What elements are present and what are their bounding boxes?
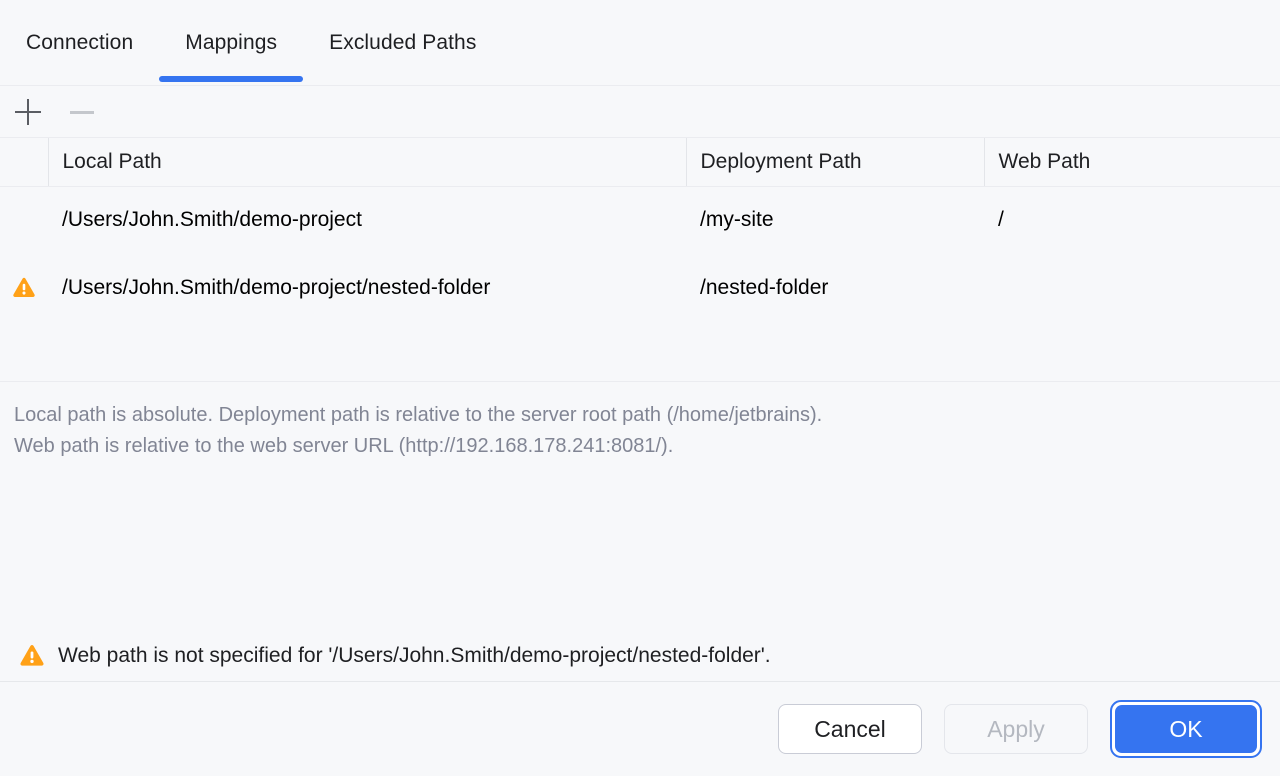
row-status-cell — [0, 186, 48, 254]
table-header: Local Path Deployment Path Web Path — [0, 138, 1280, 186]
table-body: /Users/John.Smith/demo-project /my-site … — [0, 186, 1280, 322]
mappings-table-container: Local Path Deployment Path Web Path /Use… — [0, 138, 1280, 382]
add-mapping-button[interactable] — [10, 94, 46, 130]
table-header-row: Local Path Deployment Path Web Path — [0, 138, 1280, 186]
validation-error-bar: Web path is not specified for '/Users/Jo… — [0, 632, 1280, 680]
tab-bar: Connection Mappings Excluded Paths — [0, 0, 1280, 86]
tab-excluded-paths[interactable]: Excluded Paths — [303, 0, 502, 86]
table-row[interactable]: /Users/John.Smith/demo-project/nested-fo… — [0, 254, 1280, 322]
column-header-local-path[interactable]: Local Path — [48, 138, 686, 186]
column-header-web-path[interactable]: Web Path — [984, 138, 1280, 186]
tab-connection[interactable]: Connection — [0, 0, 159, 86]
column-header-status[interactable] — [0, 138, 48, 186]
tab-mappings[interactable]: Mappings — [159, 0, 303, 86]
hint-line-2: Web path is relative to the web server U… — [14, 431, 1280, 462]
cell-deployment-path[interactable]: /nested-folder — [686, 254, 984, 322]
ok-button[interactable]: OK — [1115, 705, 1257, 753]
dialog-button-bar: Cancel Apply OK — [0, 681, 1280, 776]
warning-triangle-icon — [11, 275, 37, 301]
warning-triangle-icon — [18, 642, 46, 670]
apply-button: Apply — [944, 704, 1088, 754]
validation-error-message: Web path is not specified for '/Users/Jo… — [58, 644, 771, 668]
plus-icon — [15, 99, 41, 125]
tab-connection-label: Connection — [26, 31, 133, 55]
cell-web-path[interactable]: / — [984, 186, 1280, 254]
minus-icon — [69, 99, 95, 125]
mappings-hint: Local path is absolute. Deployment path … — [0, 382, 1280, 462]
remove-mapping-button — [64, 94, 100, 130]
cell-deployment-path[interactable]: /my-site — [686, 186, 984, 254]
row-status-cell — [0, 254, 48, 322]
ok-button-focus-ring: OK — [1110, 700, 1262, 758]
mappings-toolbar — [0, 86, 1280, 138]
cell-local-path[interactable]: /Users/John.Smith/demo-project/nested-fo… — [48, 254, 686, 322]
tab-excluded-paths-label: Excluded Paths — [329, 31, 476, 55]
cell-web-path[interactable] — [984, 254, 1280, 322]
cell-local-path[interactable]: /Users/John.Smith/demo-project — [48, 186, 686, 254]
cancel-button[interactable]: Cancel — [778, 704, 922, 754]
deployment-options-dialog: Connection Mappings Excluded Paths Local… — [0, 0, 1280, 776]
hint-line-1: Local path is absolute. Deployment path … — [14, 400, 1280, 431]
column-header-deployment-path[interactable]: Deployment Path — [686, 138, 984, 186]
mappings-table: Local Path Deployment Path Web Path /Use… — [0, 138, 1280, 322]
tab-mappings-label: Mappings — [185, 31, 277, 55]
table-row[interactable]: /Users/John.Smith/demo-project /my-site … — [0, 186, 1280, 254]
tab-active-underline — [159, 76, 303, 82]
